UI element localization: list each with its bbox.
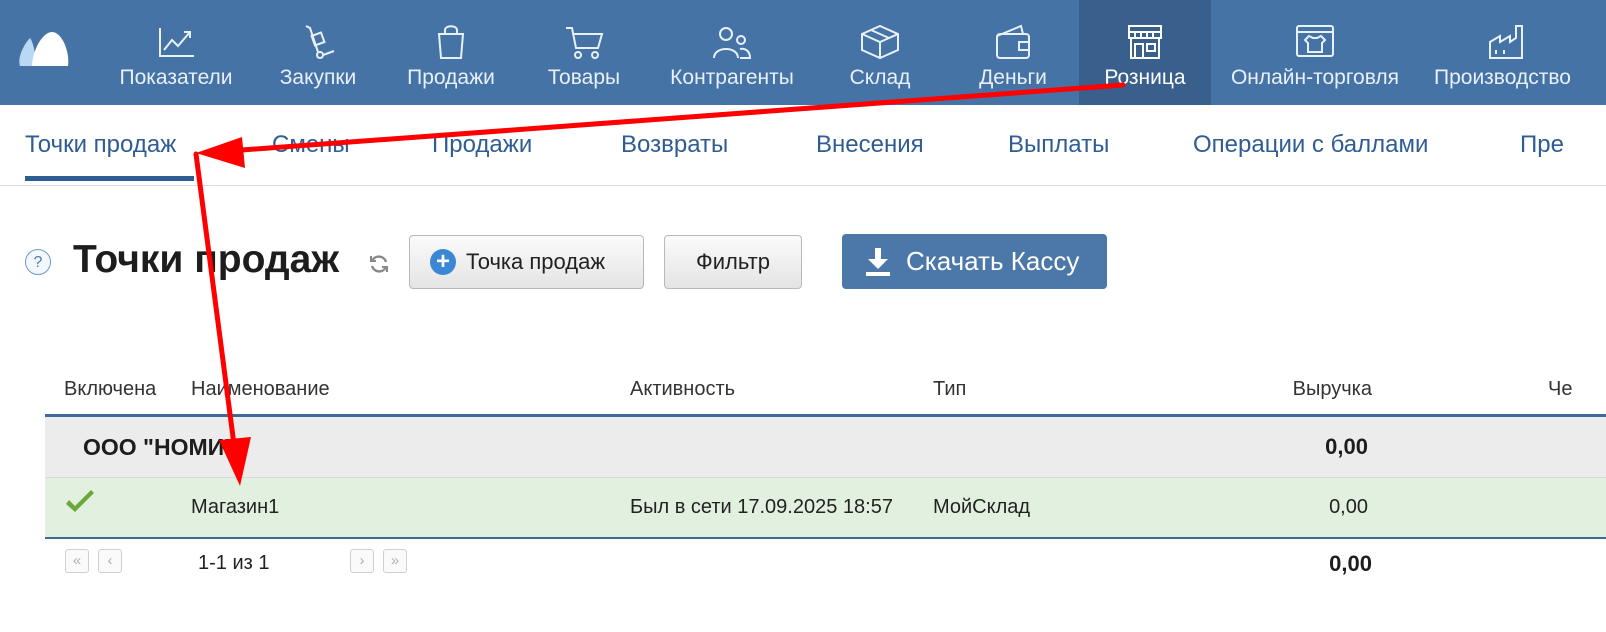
sales-point-revenue: 0,00 (1329, 496, 1368, 518)
last-page-icon[interactable]: » (383, 549, 407, 573)
column-header-enabled[interactable]: Включена (64, 378, 156, 401)
nav-item-dengi[interactable]: Деньги (972, 0, 1054, 105)
column-header-truncated[interactable]: Че (1548, 378, 1572, 401)
group-row[interactable] (45, 417, 1606, 478)
factory-icon (1489, 25, 1523, 59)
tab-vneseniya[interactable]: Внесения (816, 131, 924, 159)
shopping-cart-icon (566, 27, 604, 59)
download-cashier-button[interactable]: Скачать Кассу (842, 234, 1107, 289)
nav-item-prodazhi[interactable]: Продажи (400, 0, 502, 105)
next-page-icon[interactable]: › (350, 549, 374, 573)
filter-button-label: Фильтр (696, 249, 770, 274)
group-name: ООО "НОМИ" (83, 434, 236, 460)
nav-item-zakupki[interactable]: Закупки (270, 0, 366, 105)
download-cashier-label: Скачать Кассу (906, 246, 1080, 276)
revenue-total: 0,00 (1329, 551, 1372, 576)
nav-item-tovary[interactable]: Товары (540, 0, 628, 105)
chart-line-icon (159, 28, 194, 57)
tab-vyplaty[interactable]: Выплаты (1008, 131, 1109, 159)
help-icon[interactable]: ? (25, 249, 51, 275)
pagination-info: 1-1 из 1 (198, 552, 270, 574)
refresh-icon[interactable] (368, 253, 390, 275)
sales-point-name[interactable]: Магазин1 (191, 496, 279, 519)
first-page-icon[interactable]: « (65, 549, 89, 573)
nav-item-online-torgovlya[interactable]: Онлайн-торговля (1224, 0, 1406, 105)
prev-page-icon[interactable]: ‹ (98, 549, 122, 573)
sales-point-activity: Был в сети 17.09.2025 18:57 (630, 496, 893, 518)
add-sales-point-label: Точка продаж (466, 249, 606, 274)
plus-circle-icon: + (430, 249, 456, 275)
box-icon (861, 24, 899, 60)
filter-button[interactable]: Фильтр (664, 235, 802, 289)
tab-prodazhi[interactable]: Продажи (432, 131, 532, 159)
top-navigation: Показатели Закупки Продажи Товары Контра… (0, 0, 1606, 105)
app-logo-icon[interactable] (16, 28, 70, 68)
sub-navigation: Точки продаж Смены Продажи Возвраты Внес… (0, 105, 1606, 186)
column-header-activity[interactable]: Активность (630, 378, 735, 401)
column-header-name[interactable]: Наименование (191, 378, 330, 401)
nav-item-proizvodstvo[interactable]: Производство (1430, 0, 1606, 105)
storefront-icon (1128, 25, 1162, 59)
nav-item-sklad[interactable]: Склад (840, 0, 920, 105)
add-sales-point-button[interactable]: + Точка продаж (409, 235, 644, 289)
nav-item-kontragenty[interactable]: Контрагенты (662, 0, 802, 105)
hand-truck-icon (305, 25, 335, 59)
active-tab-indicator (25, 176, 194, 181)
sales-point-type: МойСклад (933, 496, 1031, 518)
group-revenue: 0,00 (1325, 434, 1368, 459)
people-icon (713, 27, 752, 59)
tab-operatsii-s-ballami[interactable]: Операции с баллами (1193, 131, 1428, 159)
shopping-bag-icon (437, 25, 465, 59)
nav-item-pokazateli[interactable]: Показатели (112, 0, 240, 105)
tab-truncated[interactable]: Пре (1520, 131, 1564, 159)
wallet-icon (996, 24, 1030, 59)
checkmark-icon (66, 490, 94, 512)
table-bottom-divider (45, 537, 1606, 539)
tab-tochki-prodazh[interactable]: Точки продаж (25, 131, 176, 159)
nav-item-roznitsa[interactable]: Розница (1079, 0, 1211, 105)
tab-vozvraty[interactable]: Возвраты (621, 131, 728, 159)
download-icon (866, 247, 890, 276)
column-header-revenue[interactable]: Выручка (1272, 378, 1372, 401)
column-header-type[interactable]: Тип (933, 378, 966, 401)
online-shop-icon (1296, 25, 1334, 57)
page-title: Точки продаж (73, 238, 339, 281)
tab-smeny[interactable]: Смены (272, 131, 350, 159)
